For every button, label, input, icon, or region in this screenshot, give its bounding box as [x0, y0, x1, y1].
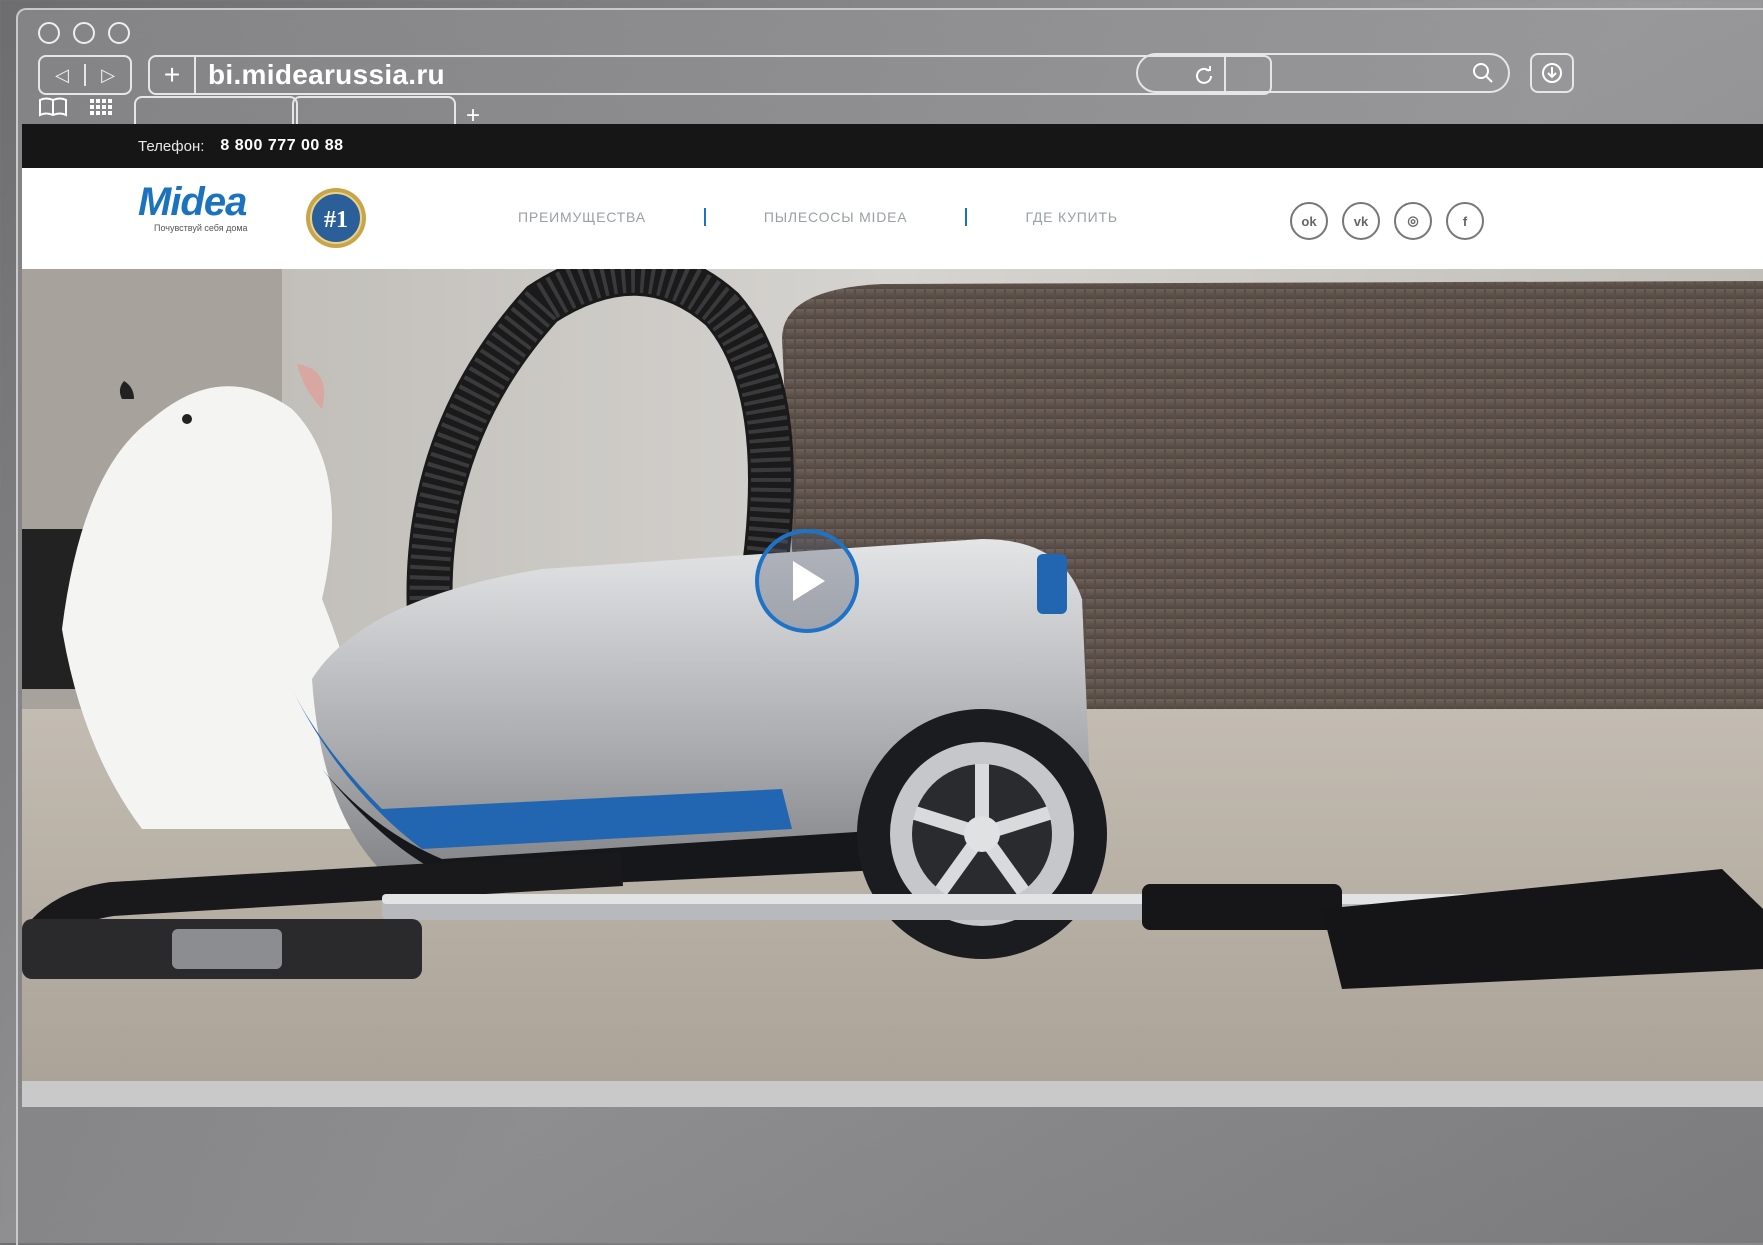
close-window-button[interactable] [38, 22, 60, 44]
vk-icon[interactable]: vk [1342, 202, 1380, 240]
web-page: Телефон: 8 800 777 00 88 Midea Почувству… [22, 124, 1763, 1081]
hero-video[interactable] [22, 269, 1763, 1081]
search-field[interactable] [1136, 53, 1510, 93]
window-bottom-edge [22, 1081, 1763, 1107]
nav-divider [965, 208, 968, 226]
play-icon [793, 561, 825, 601]
play-button[interactable] [755, 529, 859, 633]
number-one-badge-icon: #1 [306, 188, 366, 248]
top-sites-grid-icon[interactable] [88, 96, 114, 118]
logo-tagline: Почувствуй себя дома [154, 223, 248, 233]
zoom-window-button[interactable] [108, 22, 130, 44]
social-links: ok vk ◎ f [1290, 202, 1484, 240]
phone-label: Телефон: [138, 137, 205, 155]
download-icon [1542, 63, 1562, 83]
logo-wordmark: Midea [138, 180, 247, 224]
nav-divider [703, 208, 706, 226]
back-button[interactable]: ◁ [40, 65, 84, 86]
main-nav: ПРЕИМУЩЕСТВА ПЫЛЕСОСЫ MIDEA ГДЕ КУПИТЬ [518, 208, 1118, 226]
tab-1[interactable] [134, 96, 298, 126]
odnoklassniki-icon[interactable]: ok [1290, 202, 1328, 240]
minimize-window-button[interactable] [73, 22, 95, 44]
badge-text: #1 [324, 207, 348, 233]
downloads-button[interactable] [1530, 53, 1574, 93]
bookmarks-icon[interactable] [38, 96, 68, 118]
nav-advantages[interactable]: ПРЕИМУЩЕСТВА [518, 209, 646, 225]
contact-strip: Телефон: 8 800 777 00 88 [22, 124, 1763, 168]
window-controls [38, 22, 130, 44]
phone-number[interactable]: 8 800 777 00 88 [220, 137, 343, 155]
forward-button[interactable]: ▷ [86, 65, 130, 86]
search-icon [1473, 63, 1493, 83]
url-text[interactable]: bi.midearussia.ru [208, 59, 1184, 91]
midea-logo[interactable]: Midea Почувствуй себя дома [138, 180, 278, 233]
new-tab-button[interactable]: + [150, 57, 196, 93]
nav-where-to-buy[interactable]: ГДЕ КУПИТЬ [1025, 209, 1117, 225]
site-header: Midea Почувствуй себя дома #1 ПРЕИМУЩЕСТ… [22, 168, 1763, 269]
tab-2[interactable] [292, 96, 456, 126]
facebook-icon[interactable]: f [1446, 202, 1484, 240]
nav-vacuums[interactable]: ПЫЛЕСОСЫ MIDEA [764, 209, 908, 225]
history-navigation: ◁ ▷ [38, 55, 132, 95]
instagram-icon[interactable]: ◎ [1394, 202, 1432, 240]
hero-image [22, 269, 1763, 1081]
address-bar[interactable]: + bi.midearussia.ru [148, 55, 1272, 95]
